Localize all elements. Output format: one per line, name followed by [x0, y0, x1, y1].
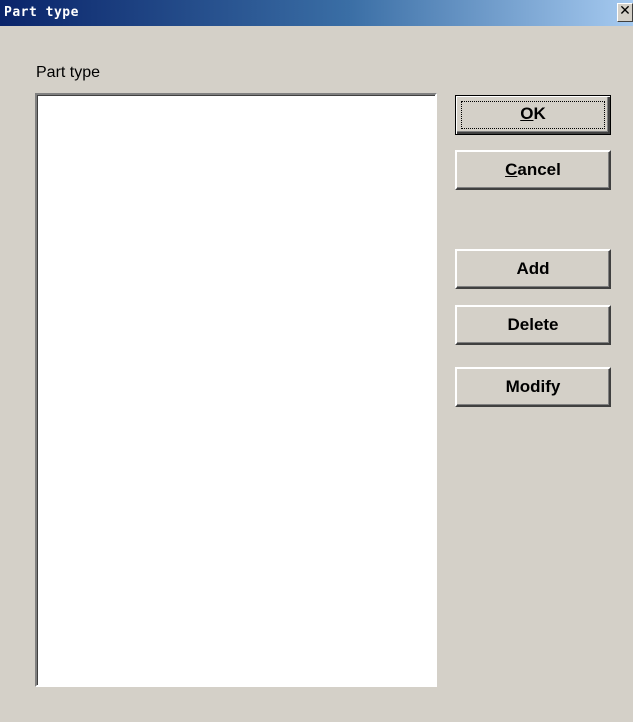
cancel-button[interactable]: Cancel [455, 150, 611, 190]
add-button[interactable]: Add [455, 249, 611, 289]
part-type-label: Part type [36, 64, 101, 81]
ok-button[interactable]: OK [455, 95, 611, 135]
cancel-label-rest: ancel [517, 160, 561, 179]
part-type-list[interactable] [35, 93, 437, 687]
focus-rectangle [461, 101, 605, 129]
part-type-dialog: Part type ✕ Part type OK Cancel Add Dele… [0, 0, 633, 722]
delete-button[interactable]: Delete [455, 305, 611, 345]
window-title: Part type [4, 5, 79, 20]
cancel-mnemonic: C [505, 160, 518, 179]
close-button[interactable]: ✕ [617, 3, 633, 22]
modify-button[interactable]: Modify [455, 367, 611, 407]
close-icon: ✕ [619, 3, 631, 19]
title-bar[interactable]: Part type ✕ [0, 0, 633, 26]
